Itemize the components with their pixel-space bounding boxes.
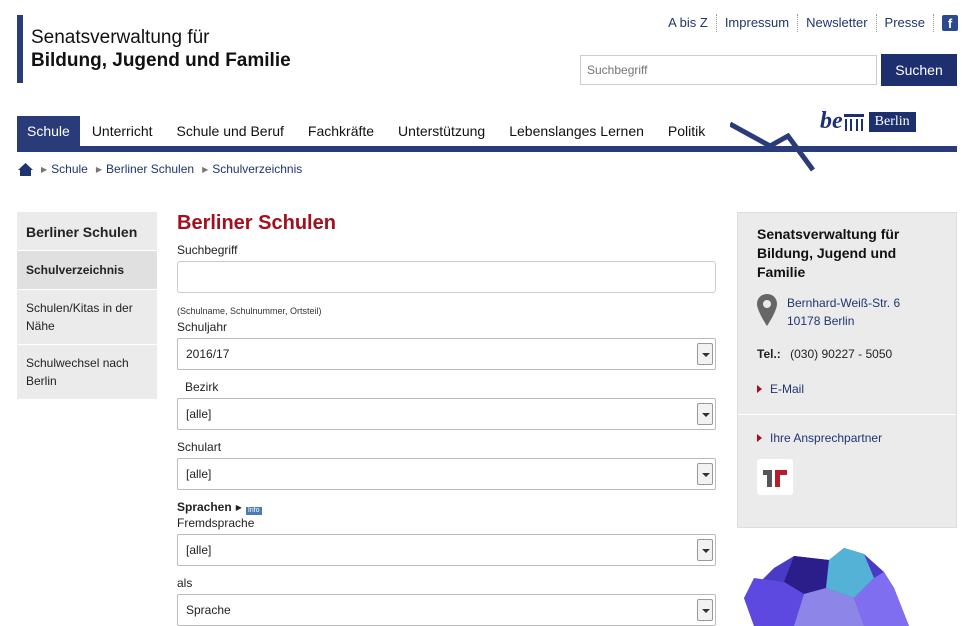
nav-unterstuetzung[interactable]: Unterstützung bbox=[386, 116, 497, 146]
breadcrumb-berliner-schulen[interactable]: Berliner Schulen bbox=[106, 162, 194, 176]
breadcrumb-separator-icon: ▶ bbox=[95, 164, 103, 174]
berlin-logo[interactable]: be Berlin bbox=[820, 108, 916, 135]
address-city: 10178 Berlin bbox=[787, 314, 855, 328]
sidebar-item-schulwechsel[interactable]: Schulwechsel nach Berlin bbox=[17, 345, 157, 400]
als-select[interactable]: Sprache bbox=[177, 594, 716, 626]
app-logo-glyph bbox=[763, 470, 787, 487]
chevron-down-icon[interactable] bbox=[697, 539, 713, 561]
page-title: Berliner Schulen bbox=[177, 212, 336, 234]
nav-schule-und-beruf[interactable]: Schule und Beruf bbox=[165, 116, 296, 146]
app-logo-icon[interactable] bbox=[757, 459, 793, 495]
brandenburg-gate-icon bbox=[843, 113, 864, 131]
email-link-label: E-Mail bbox=[770, 382, 805, 396]
chevron-down-icon[interactable] bbox=[697, 343, 713, 365]
suchbegriff-hint: (Schulname, Schulnummer, Ortsteil) bbox=[177, 306, 322, 316]
sidebar-heading[interactable]: Berliner Schulen bbox=[17, 212, 157, 251]
site-logo[interactable]: Senatsverwaltung für Bildung, Jugend und… bbox=[31, 26, 291, 72]
service-nav: A bis Z Impressum Newsletter Presse f bbox=[660, 14, 958, 32]
fremdsprache-select[interactable]: [alle] bbox=[177, 534, 716, 566]
bezirk-value: [alle] bbox=[186, 407, 212, 421]
facebook-icon[interactable]: f bbox=[942, 15, 958, 31]
home-icon[interactable] bbox=[18, 162, 33, 176]
fremdsprache-value: [alle] bbox=[186, 543, 212, 557]
berlin-logo-text: Berlin bbox=[868, 111, 916, 132]
breadcrumb-separator-icon: ▶ bbox=[41, 164, 48, 174]
bezirk-select[interactable]: [alle] bbox=[177, 398, 716, 430]
zigzag-decoration bbox=[730, 121, 816, 172]
location-pin-icon bbox=[757, 294, 777, 326]
sidebar-nav: Berliner Schulen Schulverzeichnis Schule… bbox=[17, 212, 157, 400]
nav-schule[interactable]: Schule bbox=[17, 116, 80, 146]
schuljahr-select[interactable]: 2016/17 bbox=[177, 338, 716, 370]
nav-lebenslanges-lernen[interactable]: Lebenslanges Lernen bbox=[497, 116, 656, 146]
suchbegriff-label: Suchbegriff bbox=[177, 243, 238, 257]
contact-address: Bernhard-Weiß-Str. 6 10178 Berlin bbox=[757, 294, 937, 330]
sprachen-heading: Sprachen ▶ Info bbox=[177, 500, 717, 515]
fremdsprache-label: Fremdsprache bbox=[177, 516, 255, 530]
schuljahr-value: 2016/17 bbox=[186, 347, 230, 361]
berlin-district-map[interactable] bbox=[744, 548, 954, 626]
link-arrow-icon bbox=[757, 434, 762, 442]
breadcrumb: ▶ Schule ▶ Berliner Schulen ▶ Schulverze… bbox=[18, 162, 302, 176]
schulart-value: [alle] bbox=[186, 467, 212, 481]
chevron-down-icon[interactable] bbox=[697, 463, 713, 485]
schulart-select[interactable]: [alle] bbox=[177, 458, 716, 490]
contact-box: Senatsverwaltung für Bildung, Jugend und… bbox=[737, 212, 957, 528]
als-label: als bbox=[177, 576, 193, 590]
link-impressum[interactable]: Impressum bbox=[717, 14, 799, 32]
nav-politik[interactable]: Politik bbox=[656, 116, 717, 146]
schuljahr-label: Schuljahr bbox=[177, 320, 228, 334]
divider bbox=[738, 414, 956, 415]
org-name-line2: Bildung, Jugend und Familie bbox=[31, 50, 291, 71]
school-search-form: Berliner Schulen Suchbegriff (Schulname,… bbox=[177, 212, 717, 626]
breadcrumb-separator-icon: ▶ bbox=[202, 164, 209, 174]
contact-phone: Tel.: (030) 90227 - 5050 bbox=[757, 347, 937, 361]
main-nav: Schule Unterricht Schule und Beruf Fachk… bbox=[17, 116, 717, 146]
phone-label: Tel.: bbox=[757, 347, 781, 361]
contact-persons-link[interactable]: Ihre Ansprechpartner bbox=[757, 431, 937, 445]
bezirk-label: Bezirk bbox=[185, 380, 219, 394]
als-value: Sprache bbox=[186, 603, 231, 617]
phone-number[interactable]: (030) 90227 - 5050 bbox=[790, 347, 892, 361]
sidebar-item-schulverzeichnis[interactable]: Schulverzeichnis bbox=[17, 251, 157, 290]
email-link[interactable]: E-Mail bbox=[757, 382, 937, 396]
search-input[interactable] bbox=[580, 55, 877, 85]
link-a-bis-z[interactable]: A bis Z bbox=[660, 14, 717, 32]
logo-bar bbox=[17, 15, 23, 83]
nav-unterricht[interactable]: Unterricht bbox=[80, 116, 165, 146]
info-icon[interactable]: Info bbox=[245, 507, 262, 515]
nav-fachkraefte[interactable]: Fachkräfte bbox=[296, 116, 386, 146]
address-link[interactable]: Bernhard-Weiß-Str. 6 10178 Berlin bbox=[787, 294, 900, 330]
breadcrumb-schule[interactable]: Schule bbox=[51, 162, 88, 176]
schulart-label: Schulart bbox=[177, 440, 222, 454]
link-newsletter[interactable]: Newsletter bbox=[798, 14, 877, 32]
org-name-line1: Senatsverwaltung für bbox=[31, 27, 210, 48]
link-arrow-icon bbox=[757, 385, 762, 393]
link-presse[interactable]: Presse bbox=[877, 14, 934, 32]
chevron-down-icon[interactable] bbox=[697, 403, 713, 425]
sprachen-label: Sprachen bbox=[177, 500, 232, 514]
berlin-logo-be: be bbox=[820, 108, 843, 134]
address-street: Bernhard-Weiß-Str. 6 bbox=[787, 296, 901, 310]
chevron-down-icon[interactable] bbox=[697, 599, 713, 621]
sidebar-item-schulen-kitas[interactable]: Schulen/Kitas in der Nähe bbox=[17, 290, 157, 345]
info-arrow-icon: ▶ bbox=[235, 502, 242, 512]
contact-persons-label: Ihre Ansprechpartner bbox=[770, 431, 883, 445]
breadcrumb-schulverzeichnis[interactable]: Schulverzeichnis bbox=[212, 162, 302, 176]
search-button[interactable]: Suchen bbox=[881, 54, 957, 86]
contact-title: Senatsverwaltung für Bildung, Jugend und… bbox=[757, 226, 900, 280]
suchbegriff-input[interactable] bbox=[177, 261, 716, 293]
